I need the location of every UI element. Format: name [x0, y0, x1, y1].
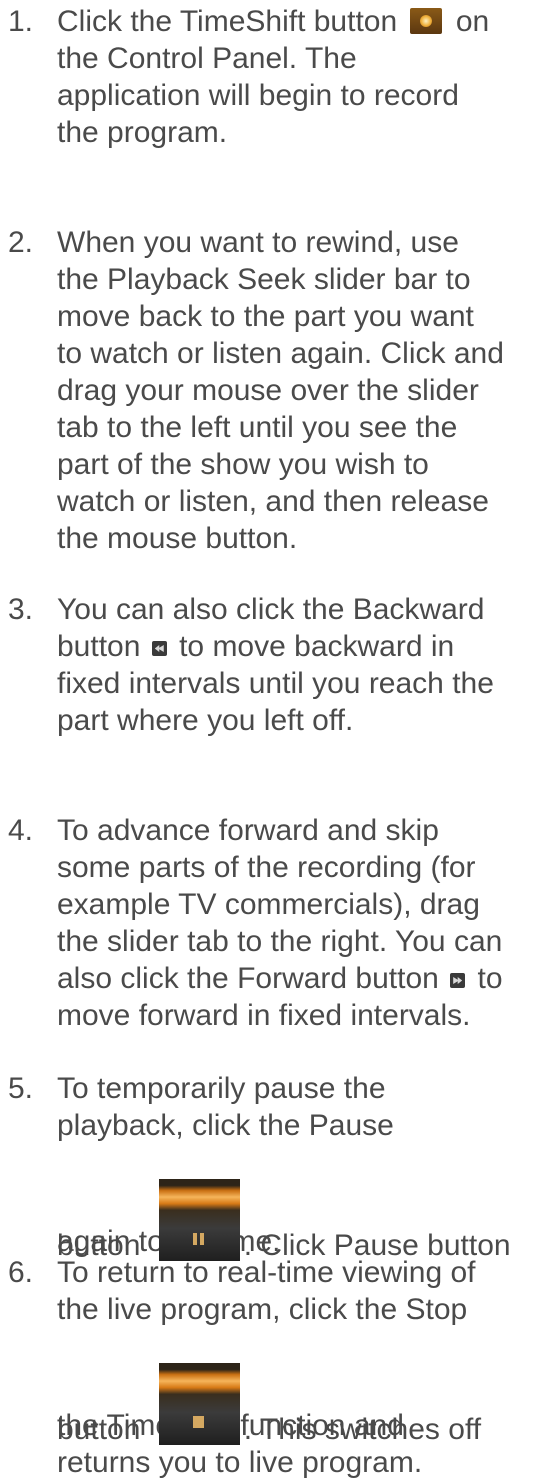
step-text-fragment: to	[469, 962, 503, 995]
step-text: You can also click the Backward button t…	[57, 591, 537, 739]
step-line: part where you left off.	[57, 704, 354, 737]
step-number: 4.	[8, 814, 34, 847]
step-line: playback, click the Pause	[57, 1109, 394, 1142]
step-number: 3.	[8, 593, 34, 626]
pause-glyph	[192, 1233, 197, 1245]
step-line: to watch or listen again. Click and	[57, 337, 504, 370]
step-line: button . Click Pause button	[57, 1179, 537, 1262]
step-line: fixed intervals until you reach the	[57, 667, 494, 700]
step-line: returns you to live program.	[57, 1446, 423, 1479]
step-line: part of the show you wish to	[57, 448, 429, 481]
timeshift-icon	[409, 8, 442, 34]
step-line: watch or listen, and then release	[57, 485, 489, 518]
stop-glyph	[192, 1416, 204, 1428]
step-line: the Playback Seek slider bar to	[57, 263, 471, 296]
step-line: Click the TimeShift button on	[57, 3, 537, 40]
forward-icon	[450, 973, 466, 988]
step-line: the live program, click the Stop	[57, 1293, 468, 1326]
step-line: the Control Panel. The	[57, 42, 357, 75]
stop-icon	[158, 1363, 240, 1445]
step-line: the program.	[57, 116, 228, 149]
step-line: To temporarily pause the	[57, 1072, 386, 1105]
backward-icon	[151, 641, 167, 656]
step-number: 5.	[8, 1072, 34, 1105]
step-line: To advance forward and skip	[57, 814, 439, 847]
step-line: the slider tab to the right. You can	[57, 925, 503, 958]
step-line: move forward in fixed intervals.	[57, 999, 471, 1032]
step-text-fragment: on	[447, 5, 490, 38]
step-line: tab to the left until you see the	[57, 411, 458, 444]
step-text-fragment: also click the Forward button	[57, 962, 448, 995]
step-line: application will begin to record	[57, 79, 459, 112]
step-text: To temporarily pause the playback, click…	[57, 1070, 537, 1262]
step-line: move back to the part you want	[57, 300, 474, 333]
step-text: To return to real-time viewing of the li…	[57, 1254, 537, 1481]
step-number: 2.	[8, 226, 34, 259]
step-text: When you want to rewind, use the Playbac…	[57, 224, 537, 557]
step-text: To advance forward and skip some parts o…	[57, 812, 537, 1034]
step-text: Click the TimeShift button on the Contro…	[57, 3, 537, 151]
step-line: example TV commercials), drag	[57, 888, 480, 921]
step-number: 1.	[8, 5, 34, 38]
step-line: also click the Forward button to	[57, 960, 537, 997]
step-text-fragment: button	[57, 630, 149, 663]
step-text-fragment: to move backward in	[170, 630, 455, 663]
step-line: button . This switches off	[57, 1363, 537, 1446]
step-line: drag your mouse over the slider	[57, 374, 479, 407]
step-line: button to move backward in	[57, 628, 537, 665]
pause-icon	[158, 1179, 240, 1261]
step-line: When you want to rewind, use	[57, 226, 459, 259]
step-line: To return to real-time viewing of	[57, 1256, 476, 1289]
step-line: You can also click the Backward	[57, 593, 485, 626]
step-text-fragment: Click the TimeShift button	[57, 5, 406, 38]
step-line: some parts of the recording (for	[57, 851, 476, 884]
step-line: the mouse button.	[57, 522, 298, 555]
step-number: 6.	[8, 1256, 34, 1289]
